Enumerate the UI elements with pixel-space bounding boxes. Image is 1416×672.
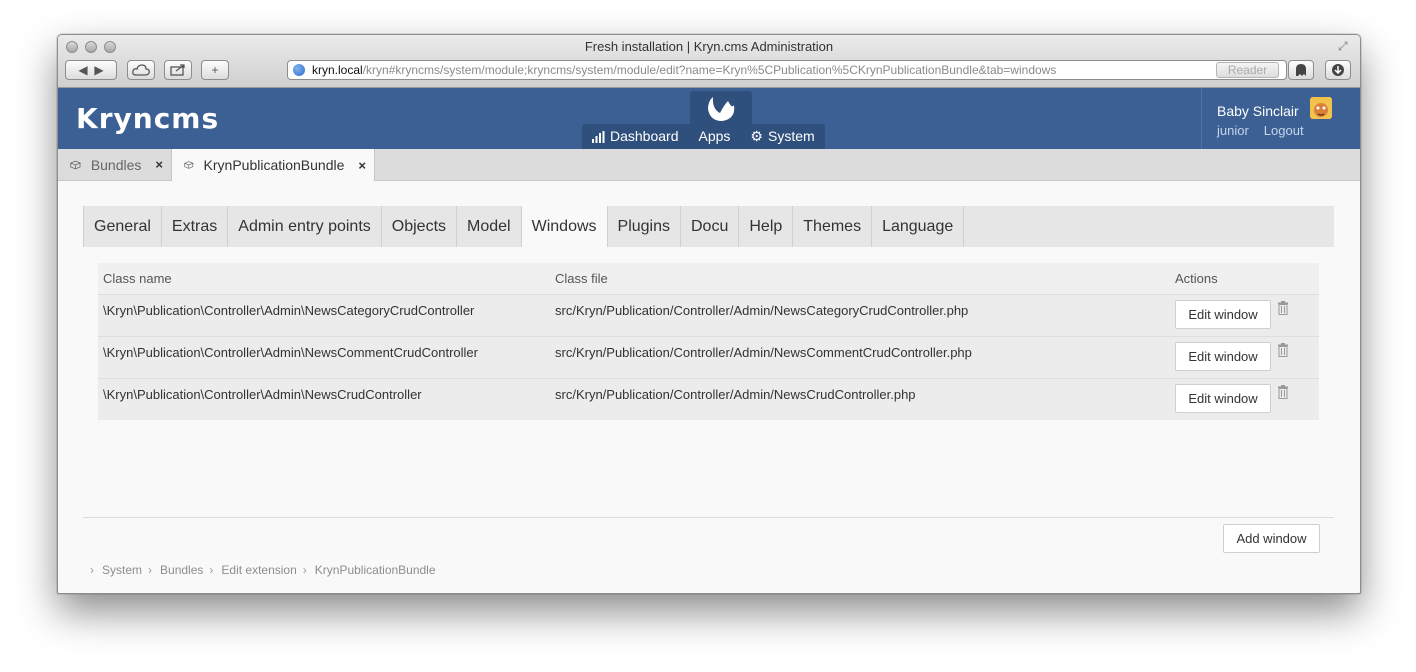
plus-icon: + [211, 63, 219, 77]
breadcrumb-edit-extension[interactable]: Edit extension [221, 563, 296, 577]
bar-chart-icon [592, 130, 605, 143]
tab-windows[interactable]: Windows [521, 206, 608, 247]
table-row: \Kryn\Publication\Controller\Admin\NewsC… [98, 336, 1319, 378]
column-header-actions: Actions [1175, 271, 1218, 286]
icloud-button[interactable] [127, 60, 155, 80]
tab-themes[interactable]: Themes [793, 206, 873, 247]
class-name-cell: \Kryn\Publication\Controller\Admin\NewsC… [103, 345, 478, 360]
cloud-icon [132, 64, 150, 76]
user-box: Baby Sinclair junior Logout [1201, 88, 1360, 149]
url-field[interactable]: kryn.local/kryn#kryncms/system/module;kr… [287, 60, 1287, 80]
tab-krynpublicationbundle-label: KrynPublicationBundle [203, 157, 345, 173]
breadcrumb-current: KrynPublicationBundle [314, 563, 436, 577]
table-row: \Kryn\Publication\Controller\Admin\NewsC… [98, 378, 1319, 420]
tab-plugins[interactable]: Plugins [608, 206, 681, 247]
tab-bundles-label: Bundles [90, 156, 142, 173]
trash-icon[interactable] [1277, 301, 1289, 315]
nav-dashboard-label: Dashboard [610, 128, 679, 144]
edit-window-button[interactable]: Edit window [1175, 384, 1271, 413]
edit-window-button[interactable]: Edit window [1175, 342, 1271, 371]
share-button[interactable] [164, 60, 192, 80]
user-role-link[interactable]: junior [1217, 123, 1249, 138]
cube-icon [70, 160, 81, 169]
tab-help[interactable]: Help [739, 206, 794, 247]
tab-objects[interactable]: Objects [382, 206, 458, 247]
nav-system-label: System [767, 128, 815, 144]
class-file-cell: src/Kryn/Publication/Controller/Admin/Ne… [555, 345, 972, 360]
back-arrow-icon[interactable]: ◀ [78, 63, 87, 77]
close-tab-icon[interactable]: × [155, 157, 163, 172]
window-tab-strip: Bundles × KrynPublicationBundle × [58, 149, 1360, 181]
tab-admin-entry-points[interactable]: Admin entry points [228, 206, 382, 247]
tab-general[interactable]: General [83, 206, 162, 247]
download-icon [1332, 64, 1344, 76]
ghost-icon [1296, 64, 1306, 76]
tab-krynpublicationbundle[interactable]: KrynPublicationBundle × [172, 149, 375, 181]
trash-icon[interactable] [1277, 343, 1289, 357]
class-name-cell: \Kryn\Publication\Controller\Admin\NewsC… [103, 303, 475, 318]
add-window-button[interactable]: Add window [1223, 524, 1320, 553]
column-header-class-name: Class name [103, 271, 172, 286]
globe-icon [293, 64, 305, 76]
breadcrumb-system[interactable]: System [102, 563, 142, 577]
breadcrumb: › System › Bundles › Edit extension › Kr… [90, 563, 436, 577]
browser-titlebar: Fresh installation | Kryn.cms Administra… [58, 35, 1360, 88]
user-name: Baby Sinclair [1217, 103, 1299, 119]
tab-docu[interactable]: Docu [681, 206, 740, 247]
column-header-class-file: Class file [555, 271, 608, 286]
gear-icon: ⚙ [750, 128, 763, 144]
reader-button[interactable]: Reader [1216, 62, 1279, 78]
table-header: Class name Class file Actions [98, 263, 1319, 294]
window-title: Fresh installation | Kryn.cms Administra… [584, 39, 834, 54]
nav-system[interactable]: ⚙ System [740, 124, 824, 149]
trash-icon[interactable] [1277, 385, 1289, 399]
url-path: /kryn#kryncms/system/module;kryncms/syst… [362, 63, 1057, 77]
logout-link[interactable]: Logout [1264, 123, 1304, 138]
cube-icon [184, 161, 194, 169]
back-forward-buttons[interactable]: ◀ ▶ [65, 60, 117, 80]
close-tab-icon[interactable]: × [358, 158, 366, 173]
nav-apps[interactable]: Apps [688, 124, 741, 149]
bundle-sub-tabs: General Extras Admin entry points Object… [83, 206, 1334, 247]
tab-model[interactable]: Model [457, 206, 522, 247]
footer-divider [83, 517, 1334, 518]
class-file-cell: src/Kryn/Publication/Controller/Admin/Ne… [555, 387, 916, 402]
breadcrumb-bundles[interactable]: Bundles [160, 563, 203, 577]
app-header: Kryncms Dashboard Apps ⚙ System Baby Sin… [58, 88, 1360, 149]
browser-window: Fresh installation | Kryn.cms Administra… [57, 34, 1361, 594]
apps-icon [708, 97, 735, 121]
kryncms-logo[interactable]: Kryncms [76, 102, 219, 135]
tab-bundles[interactable]: Bundles × [58, 149, 172, 180]
table-row: \Kryn\Publication\Controller\Admin\NewsC… [98, 294, 1319, 336]
windows-table: Class name Class file Actions \Kryn\Publ… [98, 263, 1319, 420]
url-host: kryn.local [312, 63, 363, 77]
forward-arrow-icon[interactable]: ▶ [94, 63, 103, 77]
fullscreen-icon[interactable]: ⤢ [1338, 39, 1352, 53]
tab-language[interactable]: Language [872, 206, 965, 247]
main-nav: Dashboard Apps ⚙ System [582, 124, 825, 149]
class-name-cell: \Kryn\Publication\Controller\Admin\NewsC… [103, 387, 422, 402]
share-icon [170, 64, 185, 76]
nav-dashboard[interactable]: Dashboard [582, 124, 689, 149]
breadcrumb-chevron-icon: › [209, 563, 214, 577]
tab-extras[interactable]: Extras [162, 206, 229, 247]
apps-menu-tab[interactable] [690, 91, 752, 126]
edit-window-button[interactable]: Edit window [1175, 300, 1271, 329]
avatar[interactable] [1310, 97, 1332, 119]
breadcrumb-chevron-icon: › [302, 563, 307, 577]
nav-apps-label: Apps [698, 128, 731, 144]
breadcrumb-chevron-icon: › [90, 563, 94, 577]
extension-button[interactable] [1288, 60, 1314, 80]
new-tab-button[interactable]: + [201, 60, 229, 80]
class-file-cell: src/Kryn/Publication/Controller/Admin/Ne… [555, 303, 969, 318]
avatar-image [1310, 97, 1332, 119]
downloads-button[interactable] [1325, 60, 1351, 80]
breadcrumb-chevron-icon: › [148, 563, 153, 577]
